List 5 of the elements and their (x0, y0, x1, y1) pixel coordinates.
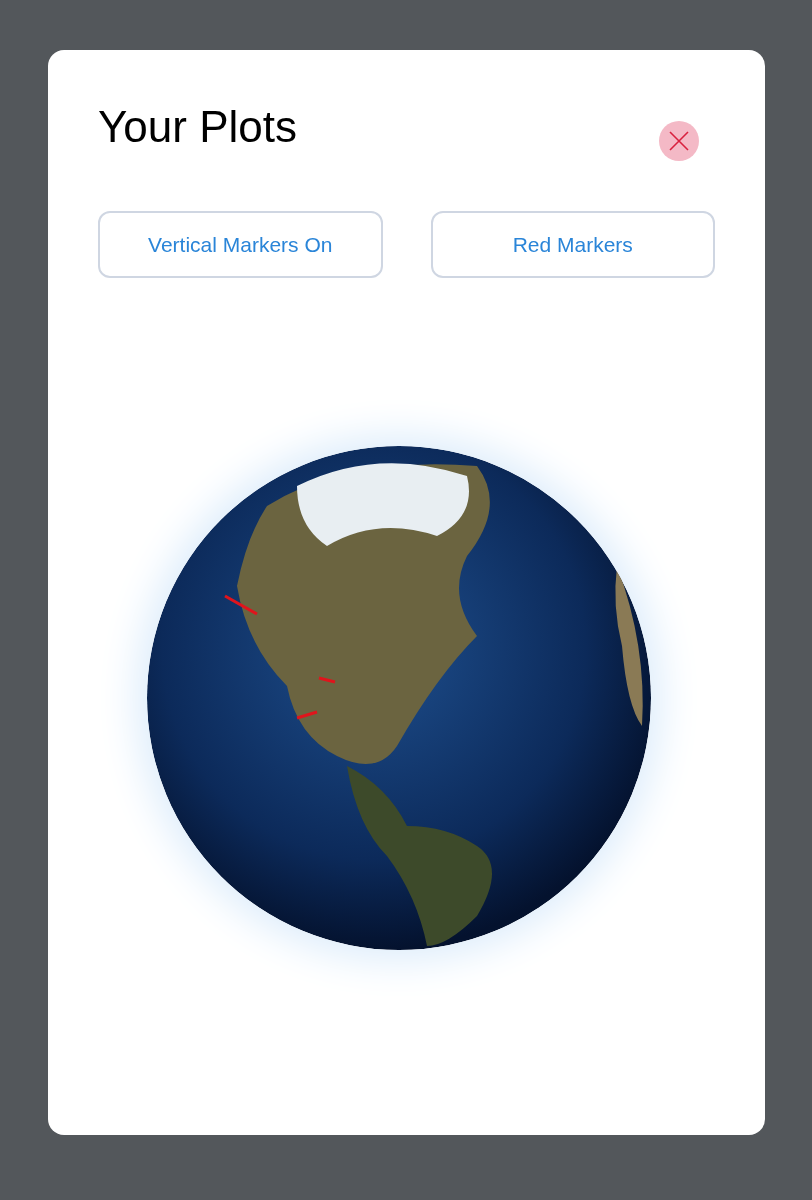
dialog-title: Your Plots (98, 105, 297, 149)
toggle-button[interactable]: Red Markers (430, 211, 715, 278)
close-button[interactable] (659, 121, 699, 161)
close-icon (668, 130, 690, 152)
toggle-button[interactable]: Vertical Markers On (98, 211, 383, 278)
